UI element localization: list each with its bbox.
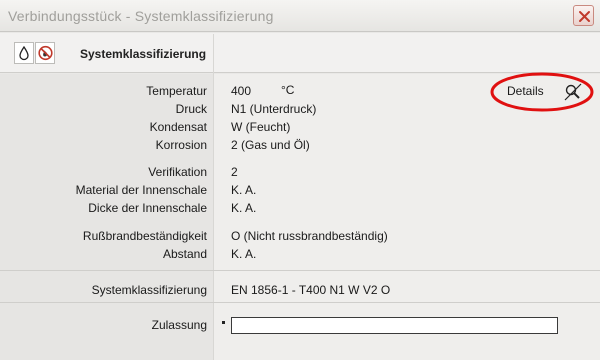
label-zulassung: Zulassung (151, 318, 207, 332)
value-abstand: K. A. (231, 247, 257, 261)
required-bullet (222, 321, 225, 324)
value-korrosion: 2 (Gas und Öl) (231, 138, 310, 152)
close-icon (579, 11, 590, 22)
value-druck: N1 (Unterdruck) (231, 102, 317, 116)
unit-temperatur: °C (281, 83, 295, 97)
value-dicke: K. A. (231, 201, 257, 215)
label-verifikation: Verifikation (148, 165, 207, 179)
header-title: Systemklassifizierung (80, 47, 207, 61)
zulassung-input[interactable] (231, 317, 558, 334)
no-fire-icon-box (35, 42, 55, 64)
details-link[interactable]: Details (507, 84, 544, 98)
window-title: Verbindungsstück - Systemklassifizierung (8, 8, 274, 24)
title-bar: Verbindungsstück - Systemklassifizierung (0, 0, 600, 32)
result-separator (0, 270, 600, 271)
label-druck: Druck (175, 102, 207, 116)
label-temperatur: Temperatur (146, 84, 207, 98)
value-russbrand: O (Nicht russbrandbeständig) (231, 229, 388, 243)
value-temperatur: 400 (231, 84, 252, 98)
close-button[interactable] (573, 5, 594, 26)
label-material: Material der Innenschale (75, 183, 207, 197)
value-material: K. A. (231, 183, 257, 197)
label-systemklassifizierung: Systemklassifizierung (91, 283, 207, 297)
droplet-icon-box (14, 42, 34, 64)
label-russbrand: Rußbrandbeständigkeit (82, 229, 207, 243)
no-fire-icon (38, 45, 53, 61)
value-kondensat: W (Feucht) (231, 120, 291, 134)
label-korrosion: Korrosion (155, 138, 207, 152)
value-verifikation: 2 (231, 165, 238, 179)
label-dicke: Dicke der Innenschale (88, 201, 207, 215)
zulassung-separator (0, 302, 600, 303)
magnifier-crossed-icon[interactable] (563, 82, 583, 102)
label-kondensat: Kondensat (149, 120, 207, 134)
droplet-icon (19, 45, 29, 61)
value-systemklassifizierung: EN 1856-1 - T400 N1 W V2 O (231, 283, 391, 297)
column-divider (213, 34, 214, 360)
label-abstand: Abstand (162, 247, 207, 261)
section-header: Systemklassifizierung (0, 33, 600, 73)
